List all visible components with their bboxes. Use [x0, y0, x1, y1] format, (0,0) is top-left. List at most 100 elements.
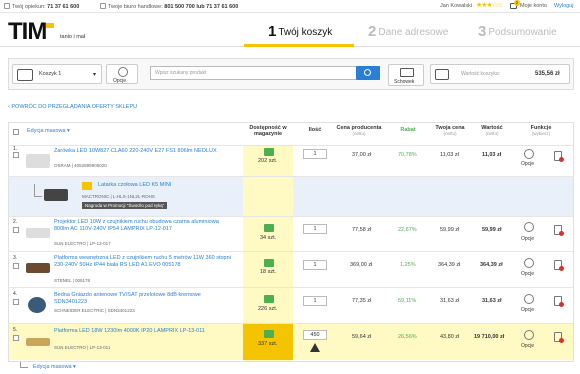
trash-icon[interactable]: [554, 332, 564, 343]
search-button[interactable]: [356, 66, 380, 80]
your-price: 43,80 zł: [440, 334, 460, 340]
product-thumbnail[interactable]: [26, 154, 50, 168]
promo-row-bg-right: [293, 177, 573, 216]
product-link[interactable]: Projektor LED 10W z czujnikiem ruchu obu…: [54, 219, 234, 233]
cart-options-button[interactable]: Opcje: [106, 64, 138, 84]
header-your-price: Twoja cena (netto): [435, 125, 465, 136]
your-price: 364,39 zł: [438, 262, 461, 268]
trash-icon[interactable]: [554, 225, 564, 236]
row-checkbox[interactable]: [13, 227, 19, 233]
contact-label: Twój opiekun:: [12, 4, 46, 10]
gear-icon[interactable]: [524, 294, 534, 304]
trash-icon[interactable]: [554, 260, 564, 271]
tim-logo[interactable]: TIM: [8, 20, 55, 44]
row-index: 2.: [13, 219, 18, 225]
quantity-input[interactable]: 1: [303, 260, 327, 270]
row-index: 1.: [13, 146, 18, 152]
product-meta: SUN ELECTRO | LP-13-011: [54, 345, 111, 350]
gear-icon[interactable]: [524, 222, 534, 232]
saved-items-button[interactable]: Schowek: [388, 64, 424, 86]
line-value: 11,03 zł: [482, 152, 502, 158]
cart-value: Wartość koszyka: 535,56 zł: [430, 64, 570, 84]
product-link[interactable]: Platforma LED 18W 1230lm 4000K IP20 LAMP…: [54, 328, 234, 335]
promo-product-link[interactable]: Latarka czołowa LED K5 MINI: [98, 182, 171, 189]
quantity-input[interactable]: 1: [303, 149, 327, 159]
select-all-checkbox[interactable]: [13, 129, 19, 135]
contact-info: Twój opiekun: 71 37 61 600: [4, 3, 79, 10]
product-thumbnail[interactable]: [26, 228, 50, 238]
user-name[interactable]: Jan Kowalski: [440, 3, 472, 9]
cart-icon: [17, 69, 33, 81]
account-menu[interactable]: Moje konto: [520, 3, 547, 9]
gear-icon[interactable]: [524, 258, 534, 268]
tree-line: [34, 184, 35, 196]
product-meta: OSRAM | 4052899905020: [54, 163, 107, 168]
cart-value-amount: 535,56 zł: [535, 71, 560, 77]
producer-price: 77,35 zł: [352, 298, 372, 304]
quantity-input[interactable]: 1: [303, 296, 327, 306]
row-checkbox[interactable]: [13, 263, 19, 269]
row-checkbox[interactable]: [13, 299, 19, 305]
contact-phone[interactable]: 71 37 61 600: [47, 4, 79, 10]
step-summary[interactable]: 3 Podsumowanie: [478, 23, 557, 40]
product-link[interactable]: Bedna Gniazdo antenowe TV/SAT przelotowe…: [54, 292, 234, 306]
office-label: Twoje biuro handlowe:: [108, 4, 163, 10]
gear-icon[interactable]: [524, 149, 534, 159]
stock-count: 226 szt.: [258, 306, 278, 312]
line-value: 19 710,00 zł: [474, 334, 505, 340]
row-options-button[interactable]: Opcje: [521, 161, 534, 167]
row-options-button[interactable]: Opcje: [521, 271, 534, 277]
chevron-down-icon: ▾: [93, 72, 97, 78]
gear-icon: [118, 67, 128, 77]
tagline: tanio i mał: [60, 34, 86, 40]
footer-mass-edit-dropdown[interactable]: Edycja masowa ▾: [33, 364, 76, 370]
office-phone[interactable]: 801 500 700 lub 71 37 61 600: [164, 4, 238, 10]
row-options-button[interactable]: Opcje: [521, 307, 534, 313]
logo-accent: [46, 23, 55, 28]
product-meta: SUN ELECTRO | LP-12-017: [54, 241, 111, 246]
product-meta: SCHNEIDER ELECTRIC | SDN3401223: [54, 308, 135, 313]
cart-select[interactable]: Koszyk 1 ▾: [12, 64, 102, 84]
options-label: Opcje: [113, 78, 127, 84]
product-thumbnail[interactable]: [26, 338, 50, 346]
rating-stars-icon: ★★★☆☆: [476, 2, 503, 9]
row-options-button[interactable]: Opcje: [521, 343, 534, 349]
stock-icon: [264, 295, 274, 303]
row-options-button[interactable]: Opcje: [521, 236, 534, 242]
your-price: 31,63 zł: [440, 298, 460, 304]
trash-icon[interactable]: [554, 296, 564, 307]
cart-value-label: Wartość koszyka:: [461, 71, 500, 77]
discount: 26,56%: [398, 334, 417, 340]
step-address[interactable]: 2 Dane adresowe: [368, 23, 448, 40]
product-search-input[interactable]: Wpisz szukany produkt: [150, 66, 380, 80]
quantity-input[interactable]: 1: [303, 224, 327, 234]
row-checkbox[interactable]: [13, 152, 19, 158]
product-thumbnail[interactable]: [28, 297, 46, 313]
discount: 70,78%: [398, 152, 417, 158]
promo-badge: Nagroda w Promocji "Świeżło pod ręką": [82, 202, 168, 209]
product-link[interactable]: Żarówka LED 10W827 CLA60 220-240V E27 FS…: [54, 148, 234, 155]
gear-icon[interactable]: [524, 330, 534, 340]
stock-icon: [264, 148, 274, 156]
product-thumbnail[interactable]: [44, 189, 68, 201]
mass-edit-dropdown[interactable]: Edycja masowa ▾: [27, 128, 70, 134]
producer-price: 59,64 zł: [352, 334, 372, 340]
producer-price: 77,58 zł: [352, 227, 372, 233]
back-to-shop-link[interactable]: ‹ POWRÓC DO PRZEGLĄDANIA OFERTY SKLEPU: [8, 104, 137, 110]
header-availability: Dostępność w magazynie: [249, 125, 287, 137]
tree-line: [34, 196, 42, 197]
top-bar: Twój opiekun: 71 37 61 600 Twoje biuro h…: [0, 0, 580, 13]
trash-icon[interactable]: [554, 151, 564, 162]
producer-price: 37,00 zł: [352, 152, 372, 158]
stock-icon: [264, 224, 274, 232]
product-thumbnail[interactable]: [26, 263, 50, 273]
header-producer-price: Cena producenta (netto): [336, 125, 382, 136]
product-link[interactable]: Platforma wewnętrzna LED z czujnikiem ru…: [54, 255, 234, 269]
stock-count: 18 szt.: [260, 269, 277, 275]
search-icon: [364, 69, 371, 76]
quantity-input[interactable]: 450: [303, 330, 327, 340]
row-checkbox[interactable]: [13, 335, 19, 341]
discount: 22,67%: [398, 227, 417, 233]
step-cart[interactable]: 1 Twój koszyk: [268, 23, 332, 40]
logout-link[interactable]: Wyloguj: [554, 3, 574, 9]
